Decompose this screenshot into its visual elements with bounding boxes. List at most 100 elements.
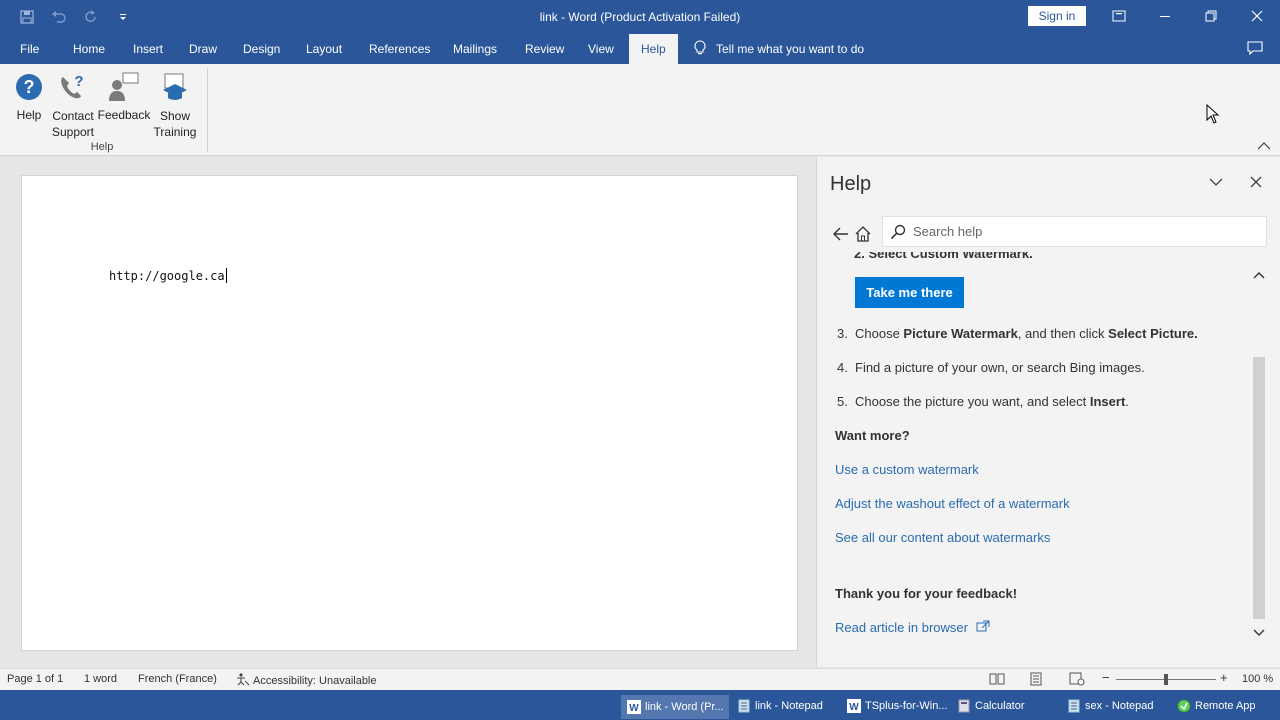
home-icon[interactable] <box>852 223 874 245</box>
notepad-icon <box>737 699 751 713</box>
window-title: link - Word (Product Activation Failed) <box>539 10 741 24</box>
tell-me-search[interactable]: Tell me what you want to do <box>694 34 864 64</box>
word-icon: W <box>847 699 861 713</box>
language-indicator[interactable]: French (France) <box>138 673 217 685</box>
notepad-icon <box>1067 699 1081 713</box>
take-me-there-button[interactable]: Take me there <box>855 277 964 308</box>
collapse-ribbon-icon[interactable] <box>1256 140 1272 154</box>
help-button[interactable]: ? Help <box>12 70 46 122</box>
taskbar-item-link-notepad[interactable]: link - Notepad <box>731 694 839 718</box>
word-count[interactable]: 1 word <box>84 673 117 685</box>
scroll-down-icon[interactable] <box>1251 625 1267 641</box>
ribbon-tab-bar: File Home Insert Draw Design Layout Refe… <box>0 34 1280 64</box>
feedback-icon <box>107 70 141 104</box>
show-training-label: Show Training <box>153 109 197 139</box>
ribbon-display-options-icon[interactable] <box>1096 0 1142 32</box>
read-article-link[interactable]: Read article in browser <box>835 620 990 635</box>
contact-support-label: Contact Support <box>51 109 95 139</box>
text-caret <box>225 268 227 283</box>
step-item: 5. Choose the picture you want, and selec… <box>837 394 1129 409</box>
help-button-label: Help <box>16 108 42 122</box>
contact-support-icon: ? <box>56 70 90 104</box>
taskbar-item-word-link[interactable]: W link - Word (Pr... <box>621 695 729 719</box>
svg-text:?: ? <box>24 77 35 97</box>
taskbar-item-remote-app[interactable]: Remote App <box>1171 694 1277 718</box>
tab-home[interactable]: Home <box>73 34 105 64</box>
training-icon <box>158 70 192 104</box>
help-search-box[interactable] <box>882 216 1267 247</box>
ribbon-divider <box>207 68 208 152</box>
contact-support-button[interactable]: ? Contact Support <box>50 70 96 140</box>
comments-icon[interactable] <box>1246 40 1268 58</box>
word-icon: W <box>627 700 641 714</box>
help-pane: Help 2. Select Custom Watermark. Take me… <box>816 157 1280 667</box>
link-washout-effect[interactable]: Adjust the washout effect of a watermark <box>835 496 1070 511</box>
want-more-heading: Want more? <box>835 428 910 443</box>
document-text: http://google.ca <box>109 269 225 283</box>
pane-options-icon[interactable] <box>1205 171 1227 193</box>
tab-review[interactable]: Review <box>525 34 564 64</box>
help-pane-title: Help <box>830 173 872 195</box>
help-pane-scrollbar[interactable] <box>1251 257 1267 647</box>
accessibility-status[interactable]: Accessibility: Unavailable <box>236 672 377 689</box>
restore-icon[interactable] <box>1188 0 1234 32</box>
accessibility-icon <box>236 672 250 689</box>
document-page[interactable]: http://google.ca <box>21 175 798 651</box>
mouse-pointer-icon <box>1206 103 1220 124</box>
zoom-level[interactable]: 100 % <box>1242 673 1273 685</box>
tab-design[interactable]: Design <box>243 34 280 64</box>
read-mode-icon[interactable] <box>989 672 1005 686</box>
document-body[interactable]: http://google.ca <box>109 268 227 283</box>
help-icon: ? <box>12 70 46 104</box>
taskbar: W link - Word (Pr... link - Notepad W TS… <box>0 690 1280 720</box>
svg-text:W: W <box>849 702 859 713</box>
ribbon-group-label: Help <box>90 141 114 153</box>
scrollbar-thumb[interactable] <box>1253 357 1265 619</box>
back-arrow-icon[interactable] <box>830 223 852 245</box>
tab-mailings[interactable]: Mailings <box>453 34 497 64</box>
link-all-watermark-content[interactable]: See all our content about watermarks <box>835 530 1050 545</box>
step-item: 4. Find a picture of your own, or search … <box>837 360 1145 375</box>
tab-layout[interactable]: Layout <box>306 34 342 64</box>
web-layout-icon[interactable] <box>1069 672 1085 686</box>
sign-in-button[interactable]: Sign in <box>1028 6 1086 26</box>
accessibility-text: Accessibility: Unavailable <box>253 674 377 687</box>
help-search-input[interactable] <box>913 224 1253 239</box>
tab-references[interactable]: References <box>369 34 430 64</box>
calculator-icon <box>957 699 971 713</box>
zoom-in-button[interactable]: + <box>1220 670 1228 685</box>
scroll-up-icon[interactable] <box>1251 267 1267 283</box>
zoom-slider-thumb[interactable] <box>1164 674 1168 685</box>
help-article-content: 2. Select Custom Watermark. Take me ther… <box>817 252 1249 647</box>
tab-draw[interactable]: Draw <box>189 34 217 64</box>
tab-help[interactable]: Help <box>629 34 678 64</box>
title-bar: link - Word (Product Activation Failed) … <box>0 0 1280 34</box>
tab-file[interactable]: File <box>20 34 39 64</box>
svg-text:W: W <box>629 703 639 714</box>
close-window-icon[interactable] <box>1234 0 1280 32</box>
partial-step-text: 2. Select Custom Watermark. <box>854 252 1033 261</box>
remote-app-icon <box>1177 699 1191 713</box>
taskbar-item-tsplus[interactable]: W TSplus-for-Win... <box>841 694 949 718</box>
page-count[interactable]: Page 1 of 1 <box>7 673 63 685</box>
taskbar-item-sex-notepad[interactable]: sex - Notepad <box>1061 694 1169 718</box>
print-layout-icon[interactable] <box>1029 672 1045 686</box>
feedback-label: Feedback <box>97 108 151 122</box>
taskbar-item-calculator[interactable]: Calculator <box>951 694 1059 718</box>
search-icon <box>883 224 913 240</box>
show-training-button[interactable]: Show Training <box>152 70 198 140</box>
status-bar: Page 1 of 1 1 word French (France) Acces… <box>0 668 1280 690</box>
document-area: http://google.ca <box>0 157 816 667</box>
minimize-icon[interactable] <box>1142 0 1188 32</box>
tab-insert[interactable]: Insert <box>133 34 163 64</box>
feedback-thanks: Thank you for your feedback! <box>835 586 1018 601</box>
tab-view[interactable]: View <box>588 34 614 64</box>
close-pane-icon[interactable] <box>1245 171 1267 193</box>
external-link-icon <box>976 620 990 635</box>
link-custom-watermark[interactable]: Use a custom watermark <box>835 462 979 477</box>
svg-text:?: ? <box>74 73 83 90</box>
zoom-out-button[interactable]: − <box>1102 670 1110 685</box>
feedback-button[interactable]: Feedback <box>98 70 150 122</box>
step-item: 3. Choose Picture Watermark, and then cli… <box>837 326 1198 341</box>
ribbon: ? Help ? Contact Support Feedback Show T… <box>0 64 1280 156</box>
